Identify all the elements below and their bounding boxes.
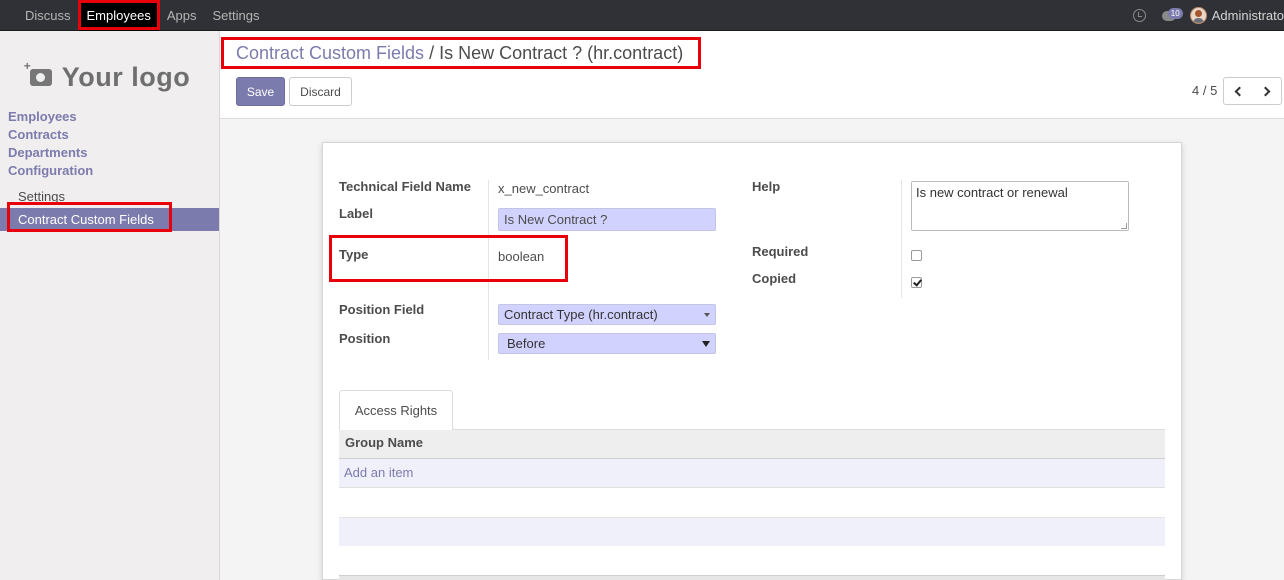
user-name[interactable]: Administrato xyxy=(1212,8,1284,23)
app-menu: Discuss Employees Apps Settings xyxy=(17,0,267,31)
menu-discuss[interactable]: Discuss xyxy=(17,0,79,31)
type-value: boolean xyxy=(498,249,545,264)
sidebar: Your logo Employees Contracts Department… xyxy=(0,31,220,580)
field-separator xyxy=(488,180,489,360)
chevron-left-icon xyxy=(1234,86,1245,96)
breadcrumb-current: Is New Contract ? (hr.contract) xyxy=(439,43,684,63)
discard-button[interactable]: Discard xyxy=(289,77,352,106)
sidebar-sections: Employees Contracts Departments Configur… xyxy=(8,108,93,180)
chat-icon[interactable]: 10 xyxy=(1161,7,1183,21)
label-field-label: Label xyxy=(339,206,373,221)
avatar[interactable] xyxy=(1189,7,1207,24)
resize-handle-icon[interactable] xyxy=(1121,223,1127,229)
menu-employees[interactable]: Employees xyxy=(78,0,159,31)
pager-next-button[interactable] xyxy=(1252,77,1282,105)
breadcrumb-parent[interactable]: Contract Custom Fields xyxy=(236,43,424,63)
sidebar-item-departments[interactable]: Departments xyxy=(8,144,93,162)
label-input[interactable]: Is New Contract ? xyxy=(498,208,716,231)
sidebar-item-contract-custom-fields[interactable]: Contract Custom Fields xyxy=(0,208,219,231)
menu-apps[interactable]: Apps xyxy=(159,0,205,31)
chevron-right-icon xyxy=(1260,86,1270,96)
caret-down-icon xyxy=(704,313,710,317)
pager-value[interactable]: 4 / 5 xyxy=(1192,83,1217,98)
position-field-select[interactable]: Contract Type (hr.contract) xyxy=(498,304,716,325)
company-logo: Your logo xyxy=(20,51,200,103)
sidebar-submenu: Settings Contract Custom Fields xyxy=(0,185,219,231)
menu-settings[interactable]: Settings xyxy=(204,0,267,31)
camera-icon xyxy=(24,59,52,86)
position-select[interactable]: Before xyxy=(498,333,716,354)
copied-label: Copied xyxy=(752,271,797,286)
technical-field-name-value: x_new_contract xyxy=(498,181,590,196)
caret-down-icon xyxy=(702,341,710,347)
logo-text: Your logo xyxy=(61,61,191,92)
add-item-link[interactable]: Add an item xyxy=(344,465,413,480)
copied-checkbox[interactable] xyxy=(911,277,922,288)
sidebar-item-contracts[interactable]: Contracts xyxy=(8,126,93,144)
table-header-group-name[interactable]: Group Name xyxy=(339,430,1165,459)
position-field-label: Position Field xyxy=(339,302,425,317)
field-separator-right xyxy=(901,180,902,298)
chat-count-badge: 10 xyxy=(1167,7,1183,19)
sidebar-item-configuration[interactable]: Configuration xyxy=(8,162,93,180)
breadcrumb: Contract Custom Fields / Is New Contract… xyxy=(236,43,683,64)
pager-previous-button[interactable] xyxy=(1223,77,1253,105)
navbar-systray: 10 Administrato xyxy=(1132,0,1284,31)
table-footer xyxy=(339,575,1165,580)
table-row xyxy=(339,517,1165,546)
tab-access-rights[interactable]: Access Rights xyxy=(339,390,453,430)
save-button[interactable]: Save xyxy=(236,77,285,106)
position-field-value: Contract Type (hr.contract) xyxy=(504,307,658,322)
position-label: Position xyxy=(339,331,391,346)
help-label: Help xyxy=(752,179,781,194)
technical-field-name-label: Technical Field Name xyxy=(339,179,471,194)
required-checkbox[interactable] xyxy=(911,250,922,261)
breadcrumb-separator: / xyxy=(429,43,435,63)
type-label: Type xyxy=(339,247,369,262)
sidebar-item-settings[interactable]: Settings xyxy=(0,185,219,208)
help-value: Is new contract or renewal xyxy=(916,185,1068,200)
clock-icon[interactable] xyxy=(1132,9,1146,22)
required-label: Required xyxy=(752,244,809,259)
position-value: Before xyxy=(507,336,546,351)
sidebar-item-employees[interactable]: Employees xyxy=(8,108,93,126)
table-row-add-item: Add an item xyxy=(339,459,1165,488)
top-navbar: Discuss Employees Apps Settings 10 Admin… xyxy=(0,0,1284,31)
help-textarea[interactable]: Is new contract or renewal xyxy=(911,181,1129,231)
